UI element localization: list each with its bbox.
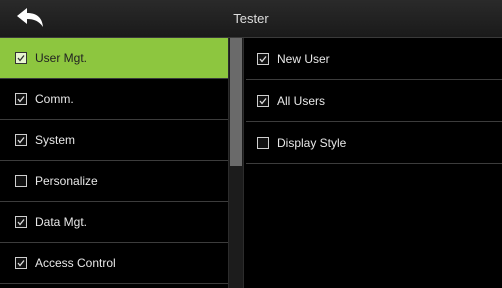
submenu-item-label: Display Style: [277, 135, 347, 150]
checkbox-checked-icon: [15, 93, 27, 105]
checkbox-checked-icon: [15, 216, 27, 228]
submenu-list: New User All Users Display Style: [246, 38, 502, 288]
menu-list: User Mgt. Comm. System Personalize Data …: [0, 38, 228, 288]
menu-item-access-control[interactable]: Access Control: [0, 243, 228, 284]
menu-item-label: Personalize: [35, 174, 98, 188]
submenu-item-label: All Users: [277, 93, 326, 108]
menu-item-personalize[interactable]: Personalize: [0, 161, 228, 202]
title-bar: Tester: [0, 0, 502, 38]
back-button[interactable]: [6, 4, 54, 32]
back-arrow-icon: [17, 8, 43, 27]
checkbox-checked-icon: [15, 134, 27, 146]
menu-item-data-mgt[interactable]: Data Mgt.: [0, 202, 228, 243]
menu-item-label: Data Mgt.: [35, 215, 88, 229]
checkbox-checked-icon: [257, 94, 269, 107]
submenu-item-all-users[interactable]: All Users: [246, 80, 502, 122]
menu-item-label: User Mgt.: [35, 51, 88, 65]
checkbox-checked-icon: [257, 52, 269, 65]
page-title: Tester: [233, 11, 269, 26]
submenu-item-label: New User: [277, 51, 330, 66]
menu-item-comm[interactable]: Comm.: [0, 79, 228, 120]
checkbox-unchecked-icon: [15, 175, 27, 187]
checkbox-checked-icon: [15, 257, 27, 269]
menu-item-label: System: [35, 133, 76, 147]
checkbox-unchecked-icon: [257, 136, 269, 149]
scrollbar-thumb[interactable]: [230, 38, 242, 166]
menu-item-label: Comm.: [35, 92, 74, 106]
menu-scrollbar[interactable]: [228, 38, 244, 288]
checkbox-checked-icon: [15, 52, 27, 64]
menu-item-system[interactable]: System: [0, 120, 228, 161]
menu-item-label: Access Control: [35, 256, 116, 270]
submenu-item-new-user[interactable]: New User: [246, 38, 502, 80]
submenu-item-display-style[interactable]: Display Style: [246, 122, 502, 164]
menu-item-user-mgt[interactable]: User Mgt.: [0, 38, 228, 79]
